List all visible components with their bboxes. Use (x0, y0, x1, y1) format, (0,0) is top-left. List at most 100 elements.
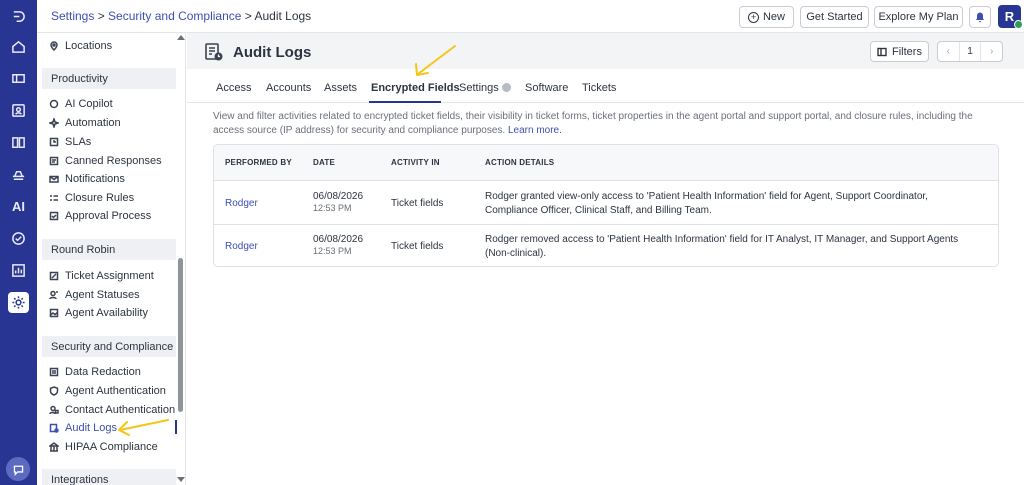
sidebar-item-audit-logs[interactable]: Audit Logs (49, 419, 117, 436)
sidebar-item-label: Ticket Assignment (65, 269, 154, 282)
performed-by-link[interactable]: Rodger (225, 241, 258, 252)
sidebar-item-label: Audit Logs (65, 421, 117, 434)
sidebar-item-data-redaction[interactable]: Data Redaction (49, 363, 141, 380)
tickets-icon[interactable] (8, 68, 29, 89)
explore-plan-button[interactable]: Explore My Plan (874, 6, 963, 28)
main-content: Audit Logs Filters ‹ 1 › Access Accounts… (187, 33, 1024, 485)
breadcrumb-settings[interactable]: Settings (51, 9, 94, 23)
breadcrumb: Settings > Security and Compliance > Aud… (51, 9, 311, 23)
new-button-label: New (762, 11, 785, 23)
ai-icon[interactable]: AI (8, 196, 29, 217)
home-icon[interactable] (8, 36, 29, 57)
sidebar-item-label: Agent Authentication (65, 384, 166, 397)
sparkle-icon (49, 117, 59, 128)
get-started-button[interactable]: Get Started (800, 6, 869, 28)
audit-log-table: PERFORMED BY DATE ACTIVITY IN ACTION DET… (213, 144, 999, 267)
learn-more-link[interactable]: Learn more. (508, 125, 562, 136)
filters-button[interactable]: Filters (870, 41, 929, 62)
tab-software[interactable]: Software (525, 82, 568, 94)
sidebar-item-hipaa-compliance[interactable]: HIPAA Compliance (49, 438, 158, 455)
action-details-cell: Rodger removed access to 'Patient Health… (485, 234, 959, 259)
column-header-performed-by: PERFORMED BY (225, 158, 292, 167)
date-cell: 06/08/2026 12:53 PM (313, 234, 363, 256)
sidebar-scrollbar[interactable] (178, 258, 183, 412)
next-page-button[interactable]: › (981, 42, 1002, 61)
approval-icon (49, 211, 59, 221)
tab-tickets[interactable]: Tickets (582, 82, 616, 94)
filter-icon (877, 47, 887, 56)
shield-icon (49, 385, 59, 396)
avatar-initial: R (1004, 9, 1015, 24)
page-description: View and filter activities related to en… (213, 110, 1003, 138)
tab-encrypted-fields[interactable]: Encrypted Fields (371, 82, 460, 94)
sidebar-item-label: Locations (65, 39, 113, 52)
scroll-up-arrow[interactable] (177, 35, 185, 40)
sidebar-item-automation[interactable]: Automation (49, 114, 121, 131)
chat-bubble-icon[interactable] (6, 457, 30, 481)
sidebar-item-ticket-assignment[interactable]: Ticket Assignment (49, 267, 154, 284)
sidebar-item-label: SLAs (65, 135, 92, 148)
sidebar-item-agent-authentication[interactable]: Agent Authentication (49, 382, 166, 399)
canned-response-icon (49, 156, 59, 166)
sidebar-item-label: Data Redaction (65, 365, 141, 378)
explore-plan-label: Explore My Plan (878, 11, 959, 23)
knowledge-base-icon[interactable] (8, 132, 29, 153)
table-row: Rodger 06/08/2026 12:53 PM Ticket fields… (214, 182, 998, 225)
date-cell: 06/08/2026 12:53 PM (313, 191, 363, 213)
checklist-icon (49, 193, 59, 203)
audit-log-icon (49, 423, 59, 433)
new-button[interactable]: + New (739, 6, 794, 28)
prev-page-button[interactable]: ‹ (938, 42, 959, 61)
settings-icon[interactable] (8, 292, 29, 313)
sidebar-item-ai-copilot[interactable]: AI Copilot (49, 95, 113, 112)
sidebar-group-round-robin: Round Robin (42, 239, 176, 260)
active-item-marker (175, 420, 177, 434)
sidebar-item-label: HIPAA Compliance (65, 440, 158, 453)
breadcrumb-current: Audit Logs (254, 9, 312, 23)
column-header-action-details: ACTION DETAILS (485, 158, 555, 167)
agent-status-icon (49, 290, 59, 300)
breadcrumb-separator: > (241, 9, 255, 23)
approvals-icon[interactable] (8, 228, 29, 249)
contacts-icon[interactable] (8, 100, 29, 121)
sidebar-item-notifications[interactable]: Notifications (49, 170, 125, 187)
sidebar-item-label: Agent Statuses (65, 288, 140, 301)
filters-label: Filters (892, 45, 922, 58)
time-value: 12:53 PM (313, 203, 352, 213)
activity-in-cell: Ticket fields (391, 198, 444, 209)
breadcrumb-separator: > (94, 9, 109, 23)
active-tab-indicator (369, 101, 441, 103)
copilot-icon (49, 99, 59, 109)
freshdesk-logo-icon[interactable] (8, 6, 29, 27)
table-row: Rodger 06/08/2026 12:53 PM Ticket fields… (214, 225, 998, 266)
performed-by-link[interactable]: Rodger (225, 198, 258, 209)
sidebar-item-label: Agent Availability (65, 306, 148, 319)
tab-access[interactable]: Access (216, 82, 251, 94)
assignment-icon (49, 271, 59, 281)
online-status-dot (1014, 20, 1023, 29)
column-header-activity-in: ACTIVITY IN (391, 158, 440, 167)
assets-icon[interactable] (8, 164, 29, 185)
column-header-date: DATE (313, 158, 335, 167)
sidebar-item-closure-rules[interactable]: Closure Rules (49, 189, 134, 206)
tab-settings[interactable]: Settings (459, 82, 511, 94)
sidebar-item-slas[interactable]: SLAs (49, 133, 91, 150)
scroll-down-arrow[interactable] (177, 477, 185, 482)
sidebar-item-agent-availability[interactable]: Agent Availability (49, 304, 148, 321)
activity-in-cell: Ticket fields (391, 241, 444, 252)
sidebar-item-approval-process[interactable]: Approval Process (49, 207, 151, 224)
tab-accounts[interactable]: Accounts (266, 82, 311, 94)
sidebar-item-canned-responses[interactable]: Canned Responses (49, 152, 162, 169)
annotation-arrow-icon (415, 45, 456, 76)
info-icon (501, 83, 511, 92)
audit-tabs: Access Accounts Assets Encrypted Fields … (187, 77, 1024, 103)
sidebar-item-locations[interactable]: Locations (49, 37, 112, 54)
tab-assets[interactable]: Assets (324, 82, 357, 94)
table-header: PERFORMED BY DATE ACTIVITY IN ACTION DET… (214, 145, 998, 181)
breadcrumb-security[interactable]: Security and Compliance (108, 9, 241, 23)
notifications-button[interactable] (969, 6, 991, 28)
redaction-icon (49, 367, 59, 377)
sidebar-item-agent-statuses[interactable]: Agent Statuses (49, 286, 140, 303)
reports-icon[interactable] (8, 260, 29, 281)
availability-icon (49, 308, 59, 318)
